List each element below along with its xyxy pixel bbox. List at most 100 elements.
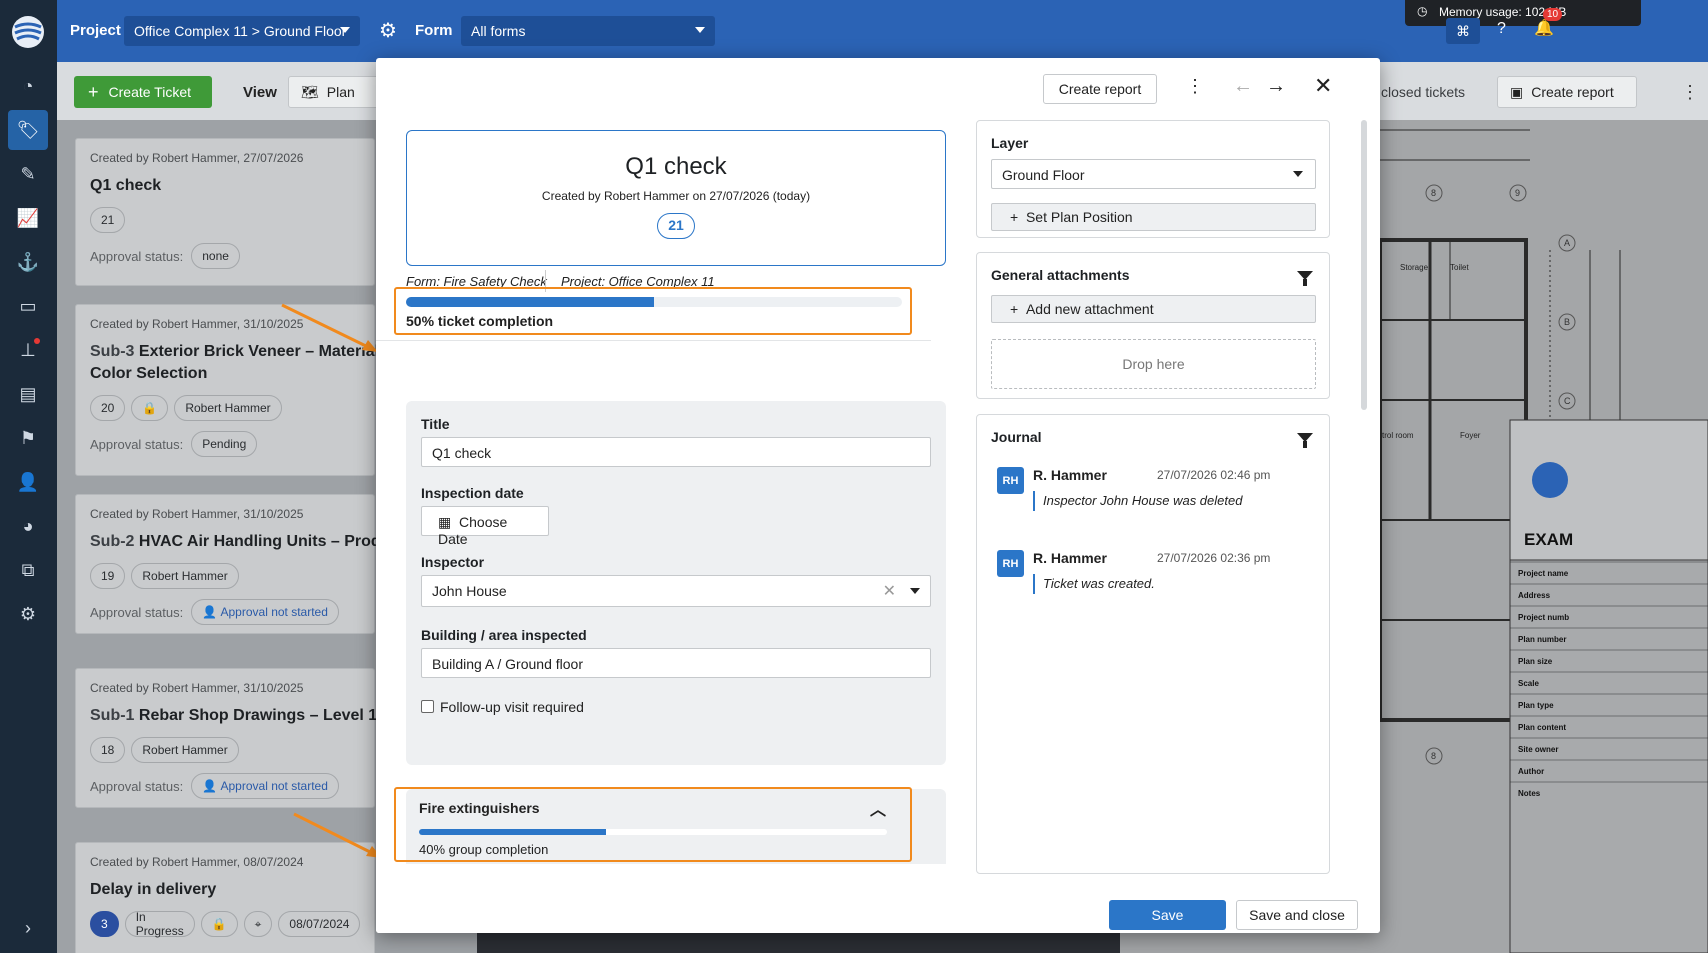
toolbar-more-icon[interactable]: ⋮ xyxy=(1681,82,1699,103)
inspector-value: John House xyxy=(432,583,507,599)
lock-icon: 🔒 xyxy=(131,395,169,421)
expand-rail-icon[interactable]: › xyxy=(8,908,48,948)
user-icon[interactable]: 👤 xyxy=(8,462,48,502)
create-ticket-button[interactable]: + Create Ticket xyxy=(74,76,212,108)
title-block-row: Plan content xyxy=(1518,723,1566,732)
inspection-date-label: Inspection date xyxy=(421,485,524,501)
notification-badge: 10 xyxy=(1543,8,1563,21)
ticket-header-card: Q1 check Created by Robert Hammer on 27/… xyxy=(406,130,946,266)
filter-icon[interactable] xyxy=(1297,271,1313,286)
modal-scrollbar[interactable] xyxy=(1361,120,1367,410)
followup-checkbox[interactable] xyxy=(421,700,434,713)
title-block-row: Scale xyxy=(1518,679,1539,688)
avatar: RH xyxy=(997,467,1024,494)
layer-title: Layer xyxy=(991,135,1029,151)
title-block-row: Site owner xyxy=(1518,745,1558,754)
inspection-icon[interactable]: ⚓ xyxy=(8,242,48,282)
plan-room-label: Toilet xyxy=(1450,263,1469,272)
reports-icon[interactable]: 📈 xyxy=(8,198,48,238)
forms-icon[interactable]: ✎ xyxy=(8,154,48,194)
more-options-icon[interactable]: ⋮ xyxy=(1186,76,1204,97)
lock-icon: 🔒 xyxy=(200,911,238,937)
project-select-value: Office Complex 11 > Ground Floor xyxy=(134,23,347,39)
add-attachment-label: Add new attachment xyxy=(1025,301,1154,317)
map-icon: 🗺 xyxy=(301,83,319,100)
building-label: Building / area inspected xyxy=(421,627,587,643)
scan-icon[interactable]: ⌘ xyxy=(1446,18,1480,44)
dashboard-icon[interactable]: ◔ xyxy=(8,66,48,106)
chevron-down-icon xyxy=(340,27,350,33)
journal-time: 27/07/2026 02:46 pm xyxy=(1157,468,1271,482)
layer-card: Layer Ground Floor + Set Plan Position xyxy=(976,120,1330,238)
chevron-up-icon[interactable]: ︿ xyxy=(870,796,886,820)
journal-time: 27/07/2026 02:36 pm xyxy=(1157,551,1271,565)
set-plan-position-button[interactable]: + Set Plan Position xyxy=(991,203,1316,231)
bell-icon[interactable]: 🔔 xyxy=(1534,18,1554,38)
journal-card: Journal RH R. Hammer 27/07/2026 02:46 pm… xyxy=(976,414,1330,874)
layer-value: Ground Floor xyxy=(1002,167,1085,183)
library-icon[interactable]: ▤ xyxy=(8,374,48,414)
chevron-down-icon[interactable] xyxy=(910,588,920,594)
plus-icon: + xyxy=(88,81,99,102)
documents-icon[interactable]: ⧉ xyxy=(8,550,48,590)
flag-icon[interactable]: ⚑ xyxy=(8,418,48,458)
approval-stamp-icon[interactable]: ⊥ xyxy=(8,330,48,370)
closed-tickets-toggle[interactable]: closed tickets xyxy=(1381,84,1465,100)
approval-status-label: Approval status: xyxy=(90,248,184,264)
title-block-row: Plan type xyxy=(1518,701,1554,710)
journal-title: Journal xyxy=(991,429,1042,445)
gauge-icon: ◷ xyxy=(1417,4,1428,18)
group-completion-label: 40% group completion xyxy=(419,842,549,857)
drop-zone[interactable]: Drop here xyxy=(991,339,1316,389)
create-report-button[interactable]: Create report xyxy=(1043,74,1157,104)
layer-select[interactable]: Ground Floor xyxy=(991,159,1316,189)
save-button[interactable]: Save xyxy=(1109,900,1226,930)
plus-icon: + xyxy=(1010,209,1019,225)
form-select[interactable]: All forms xyxy=(461,16,715,46)
project-select[interactable]: Office Complex 11 > Ground Floor xyxy=(124,16,360,46)
filter-icon[interactable] xyxy=(1297,433,1313,448)
statistics-icon[interactable]: ◕ xyxy=(8,506,48,546)
add-attachment-button[interactable]: + Add new attachment xyxy=(991,295,1316,323)
modal-footer xyxy=(376,890,1380,933)
folder-icon[interactable]: ▭ xyxy=(8,286,48,326)
close-icon[interactable]: ✕ xyxy=(1314,73,1332,99)
next-ticket-arrow-icon[interactable]: → xyxy=(1266,75,1286,98)
ticket-completion-label: 50% ticket completion xyxy=(406,313,554,329)
tickets-icon[interactable]: 🏷 xyxy=(8,110,48,150)
status-chip: In Progress xyxy=(124,910,195,938)
ticket-card[interactable]: Created by Robert Hammer, 27/07/2026 Q1 … xyxy=(75,138,375,286)
choose-date-button[interactable]: ▦ Choose Date xyxy=(421,506,549,547)
attachments-title: General attachments xyxy=(991,267,1130,283)
settings-icon[interactable]: ⚙ xyxy=(8,594,48,634)
journal-text: Ticket was created. xyxy=(1033,574,1155,594)
approval-status-label: Approval status: xyxy=(90,604,184,620)
inspector-label: Inspector xyxy=(421,554,485,570)
title-block-row: Plan size xyxy=(1518,657,1553,666)
person-icon: 👤 xyxy=(202,779,221,793)
gear-icon[interactable]: ⚙ xyxy=(379,18,397,43)
clear-icon[interactable]: ✕ xyxy=(883,581,896,601)
toolbar-create-report-button[interactable]: ▣ Create report xyxy=(1497,76,1637,108)
plus-icon: + xyxy=(1010,301,1019,317)
ticket-title-heading: Q1 check xyxy=(625,153,727,180)
save-and-close-button[interactable]: Save and close xyxy=(1236,900,1358,930)
title-block-row: Notes xyxy=(1518,789,1541,798)
title-input[interactable]: Q1 check xyxy=(421,437,931,467)
view-label: View xyxy=(243,84,277,101)
divider xyxy=(376,340,931,341)
ticket-progress-track xyxy=(406,297,902,307)
title-block-row: Address xyxy=(1518,591,1551,600)
inspector-select[interactable]: John House ✕ xyxy=(421,575,931,607)
app-logo[interactable] xyxy=(8,10,48,54)
journal-author: R. Hammer xyxy=(1033,467,1107,483)
title-block-row: Project name xyxy=(1518,569,1569,578)
building-input[interactable]: Building A / Ground floor xyxy=(421,648,931,678)
previous-ticket-arrow-icon[interactable]: ← xyxy=(1233,75,1253,98)
ticket-number-chip: 3 xyxy=(90,911,119,937)
memory-usage-tooltip: ◷ Memory usage: 102 MB xyxy=(1405,0,1641,26)
plan-view-select[interactable]: 🗺 Plan xyxy=(288,76,384,108)
title-block-row: Author xyxy=(1518,767,1544,776)
create-ticket-label: Create Ticket xyxy=(108,84,191,100)
help-icon[interactable]: ? xyxy=(1497,20,1506,38)
